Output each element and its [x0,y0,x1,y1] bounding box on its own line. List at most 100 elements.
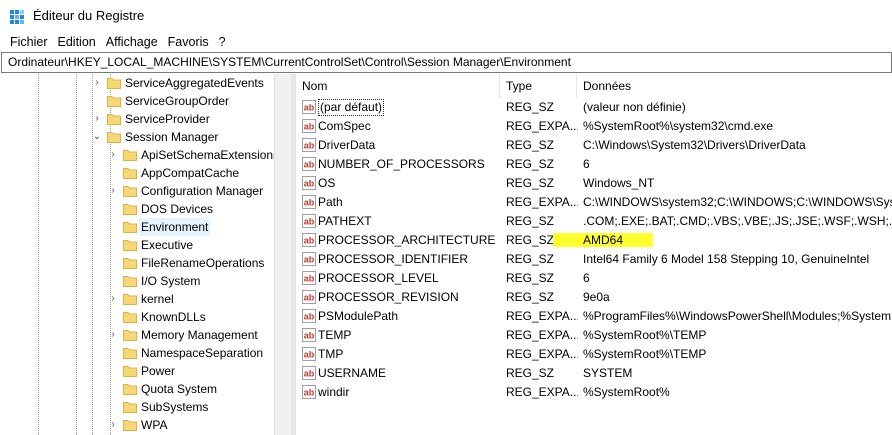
value-data: %ProgramFiles%\WindowsPowerShell\Modules… [583,309,892,323]
menu-affichage[interactable]: Affichage [101,32,163,52]
tree-item[interactable]: › ApiSetSchemaExtensions [0,146,290,164]
svg-text:ab: ab [304,331,315,341]
value-row[interactable]: ab OS REG_SZ Windows_NT [296,174,892,193]
tree-item[interactable]: Executive [0,236,290,254]
address-bar[interactable]: Ordinateur\HKEY_LOCAL_MACHINE\SYSTEM\Cur… [1,52,892,73]
value-row[interactable]: ab ComSpec REG_EXPA... %SystemRoot%\system3… [296,117,892,136]
tree-item-label: kernel [141,292,174,306]
value-row[interactable]: ab TEMP REG_EXPA... %SystemRoot%\TEMP [296,326,892,345]
value-row[interactable]: ab PROCESSOR_ARCHITECTURE REG_SZ AMD64 [296,231,892,250]
svg-text:ab: ab [304,198,315,208]
tree-item-label: NamespaceSeparation [141,346,264,360]
value-row[interactable]: ab PATHEXT REG_SZ .COM;.EXE;.BAT;.CMD;.VBS;… [296,212,892,231]
value-type: REG_EXPA... [506,385,578,399]
svg-text:ab: ab [304,369,315,379]
value-name: (par défaut) [318,99,385,116]
value-type: REG_SZ [506,366,555,380]
chevron-right-icon [108,346,118,360]
values-list[interactable]: Nom Type Données ab (par défaut) REG_SZ (va… [296,74,892,435]
menu-favoris[interactable]: Favoris [163,32,214,52]
chevron-right-icon [108,166,118,180]
value-row[interactable]: ab Path REG_EXPA... C:\WINDOWS\system32;C:\… [296,193,892,212]
value-row[interactable]: ab (par défaut) REG_SZ (valeur non définie) [296,98,892,117]
value-row[interactable]: ab PROCESSOR_IDENTIFIER REG_SZ Intel64 Fami… [296,250,892,269]
tree-item[interactable]: › Configuration Manager [0,182,290,200]
value-type: REG_EXPA... [506,328,578,342]
value-name: windir [318,385,350,399]
tree-item[interactable]: › ServiceProvider [0,110,290,128]
value-name: Path [318,195,343,209]
reg-sz-icon: ab [302,138,316,152]
chevron-right-icon[interactable]: › [92,112,102,126]
value-row[interactable]: ab TMP REG_EXPA... %SystemRoot%\TEMP [296,345,892,364]
tree-item[interactable]: › WPA [0,416,290,434]
value-row[interactable]: ab windir REG_EXPA... %SystemRoot% [296,383,892,402]
chevron-right-icon [92,94,102,108]
value-row[interactable]: ab PSModulePath REG_EXPA... %ProgramFiles%\… [296,307,892,326]
value-type: REG_SZ [506,290,555,304]
tree-item[interactable]: ServiceGroupOrder [0,92,290,110]
chevron-right-icon[interactable]: › [108,328,118,342]
chevron-right-icon[interactable]: › [108,292,118,306]
menu-help[interactable]: ? [214,32,231,52]
value-type: REG_EXPA... [506,119,578,133]
value-row[interactable]: ab PROCESSOR_LEVEL REG_SZ 6 [296,269,892,288]
chevron-down-icon[interactable]: ⌄ [92,130,102,144]
tree-item[interactable]: Power [0,362,290,380]
tree-item[interactable]: Environment [0,218,290,236]
value-row[interactable]: ab NUMBER_OF_PROCESSORS REG_SZ 6 [296,155,892,174]
tree-item[interactable]: NamespaceSeparation [0,344,290,362]
svg-text:ab: ab [304,179,315,189]
value-name: TEMP [318,328,352,342]
value-data: (valeur non définie) [583,100,686,114]
tree-scrollbar[interactable] [274,74,291,435]
tree-item[interactable]: KnownDLLs [0,308,290,326]
tree-item[interactable]: SubSystems [0,398,290,416]
column-header-name[interactable]: Nom [296,74,500,98]
chevron-right-icon[interactable]: › [92,76,102,90]
value-data: Windows_NT [583,176,655,190]
column-header-data[interactable]: Données [577,74,892,98]
reg-sz-icon: ab [302,290,316,304]
tree-item-label: I/O System [141,274,201,288]
tree-item[interactable]: DOS Devices [0,200,290,218]
value-row[interactable]: ab USERNAME REG_SZ SYSTEM [296,364,892,383]
tree-item[interactable]: Quota System [0,380,290,398]
tree-item[interactable]: › kernel [0,290,290,308]
chevron-right-icon[interactable]: › [108,418,118,432]
folder-icon [123,418,137,432]
menu-edition[interactable]: Edition [53,32,101,52]
value-data: 6 [583,271,590,285]
tree-item[interactable]: FileRenameOperations [0,254,290,272]
folder-icon [123,220,137,234]
value-name: USERNAME [318,366,387,380]
column-header-type[interactable]: Type [500,74,577,98]
value-name: PATHEXT [318,214,372,228]
tree-item-label: WPA [141,418,168,432]
value-data: %SystemRoot%\TEMP [583,328,707,342]
reg-sz-icon: ab [302,119,316,133]
tree-item[interactable]: › ServiceAggregatedEvents [0,74,290,92]
folder-icon [123,202,137,216]
reg-sz-icon: ab [302,195,316,209]
reg-sz-icon: ab [302,309,316,323]
tree-item[interactable]: I/O System [0,272,290,290]
reg-sz-icon: ab [302,176,316,190]
value-row[interactable]: ab PROCESSOR_REVISION REG_SZ 9e0a [296,288,892,307]
value-data: %SystemRoot% [583,385,670,399]
chevron-right-icon[interactable]: › [108,184,118,198]
tree-item[interactable]: AppCompatCache [0,164,290,182]
tree-item[interactable]: › Memory Management [0,326,290,344]
value-row[interactable]: ab DriverData REG_SZ C:\Windows\System32\Dr… [296,136,892,155]
reg-sz-icon: ab [302,366,316,380]
folder-icon [107,112,121,126]
value-name: PROCESSOR_IDENTIFIER [318,252,469,266]
value-type: REG_SZ [506,100,555,114]
chevron-right-icon [108,220,118,234]
key-tree[interactable]: › ServiceAggregatedEvents ServiceGroupOrde… [0,74,290,435]
tree-item[interactable]: ⌄ Session Manager [0,128,290,146]
value-type: REG_SZ [506,138,555,152]
menu-fichier[interactable]: Fichier [5,32,53,52]
chevron-right-icon[interactable]: › [108,148,118,162]
tree-item-label: DOS Devices [141,202,214,216]
